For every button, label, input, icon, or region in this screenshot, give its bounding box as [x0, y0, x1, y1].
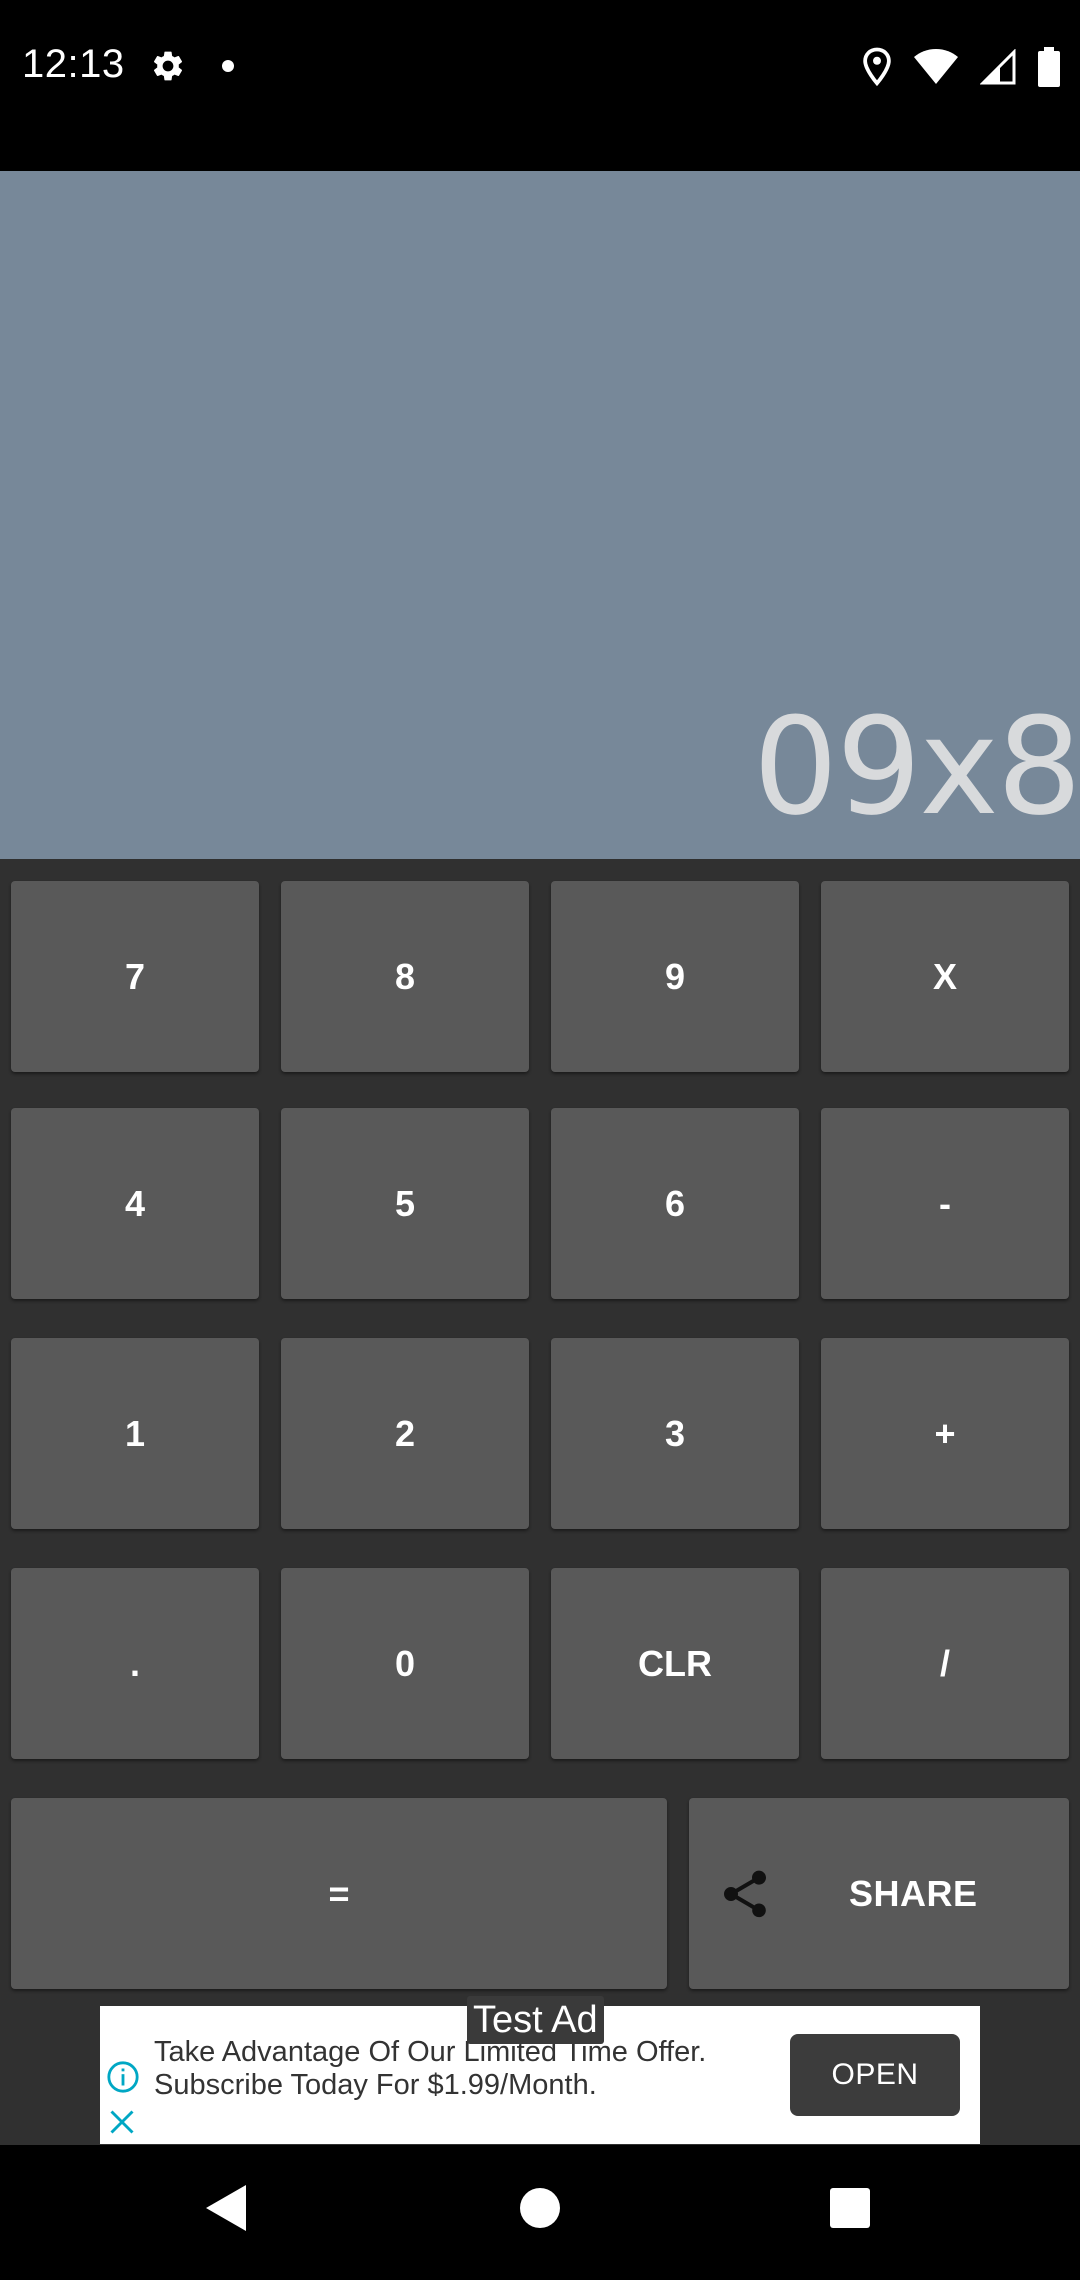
- ad-text: Take Advantage Of Our Limited Time Offer…: [154, 2036, 707, 2101]
- navigation-bar: [0, 2145, 1080, 2280]
- status-time: 12:13: [22, 42, 125, 86]
- clear-button[interactable]: CLR: [551, 1568, 799, 1759]
- share-label: SHARE: [849, 1872, 978, 1914]
- close-icon[interactable]: [108, 2108, 136, 2136]
- key-4[interactable]: 4: [11, 1108, 259, 1299]
- key-9[interactable]: 9: [551, 881, 799, 1072]
- battery-icon: [1038, 47, 1060, 87]
- key-6[interactable]: 6: [551, 1108, 799, 1299]
- key-decimal[interactable]: .: [11, 1568, 259, 1759]
- info-icon[interactable]: [106, 2060, 140, 2094]
- test-ad-label: Test Ad: [467, 1996, 604, 2044]
- share-icon: [724, 1870, 766, 1918]
- key-0[interactable]: 0: [281, 1568, 529, 1759]
- share-button[interactable]: SHARE: [689, 1798, 1069, 1989]
- gear-icon: [153, 51, 183, 81]
- key-8[interactable]: 8: [281, 881, 529, 1072]
- home-icon[interactable]: [518, 2183, 562, 2233]
- key-multiply[interactable]: X: [821, 881, 1069, 1072]
- location-icon: [863, 47, 891, 87]
- key-3[interactable]: 3: [551, 1338, 799, 1529]
- key-5[interactable]: 5: [281, 1108, 529, 1299]
- key-7[interactable]: 7: [11, 881, 259, 1072]
- key-subtract[interactable]: -: [821, 1108, 1069, 1299]
- recents-icon[interactable]: [828, 2183, 872, 2233]
- signal-icon: [980, 49, 1016, 85]
- key-add[interactable]: +: [821, 1338, 1069, 1529]
- calculator-display: 09x8: [0, 171, 1080, 859]
- key-divide[interactable]: /: [821, 1568, 1069, 1759]
- display-expression: 09x8: [752, 689, 1080, 845]
- status-icons: [862, 46, 1060, 88]
- ad-open-button[interactable]: OPEN: [790, 2034, 960, 2116]
- key-1[interactable]: 1: [11, 1338, 259, 1529]
- key-2[interactable]: 2: [281, 1338, 529, 1529]
- equals-button[interactable]: =: [11, 1798, 667, 1989]
- status-bar: 12:13: [0, 0, 1080, 171]
- notification-dot-icon: [222, 60, 234, 72]
- ad-banner[interactable]: Test Ad Take Advantage Of Our Limited Ti…: [100, 1996, 980, 2144]
- back-icon[interactable]: [204, 2183, 248, 2233]
- keypad: 7 8 9 X 4 5 6 - 1 2 3 + . 0 CLR / = SHAR…: [0, 859, 1080, 2005]
- wifi-icon: [914, 49, 958, 84]
